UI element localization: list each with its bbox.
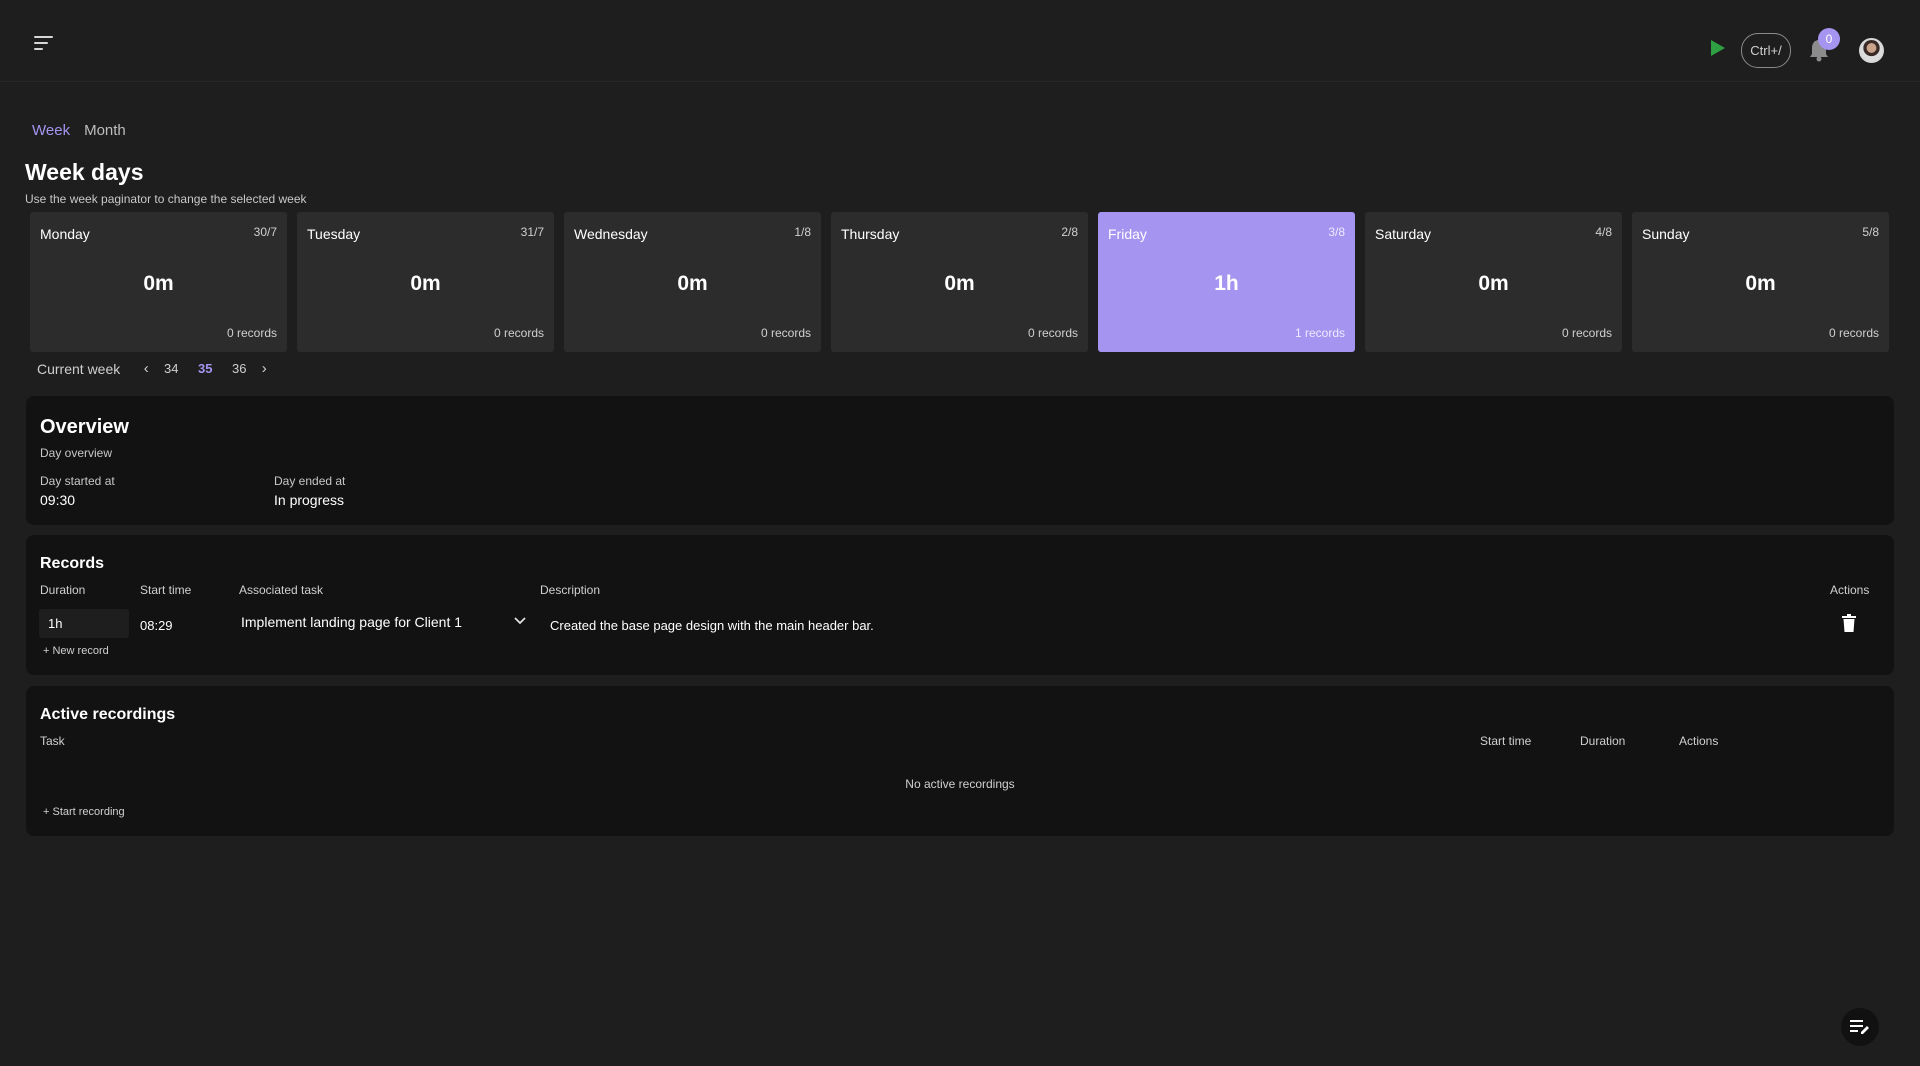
start-recording-button[interactable]: + Start recording — [43, 806, 125, 818]
day-card-sunday[interactable]: Sunday 5/8 0m 0 records — [1632, 212, 1889, 352]
view-tabs: Week Month — [32, 122, 126, 139]
duration-input[interactable] — [39, 609, 129, 638]
day-name: Saturday — [1375, 226, 1432, 242]
column-actions: Actions — [1830, 583, 1870, 597]
records-card: Records Duration Start time Associated t… — [26, 535, 1894, 675]
day-total: 1h — [1214, 272, 1239, 295]
day-record-count: 0 records — [1561, 326, 1612, 340]
column-duration: Duration — [1580, 734, 1626, 748]
day-total: 0m — [410, 272, 441, 295]
notification-badge: 0 — [1818, 28, 1840, 50]
avatar[interactable] — [1859, 38, 1884, 63]
day-date: 31/7 — [520, 225, 544, 239]
day-card-friday[interactable]: Friday 3/8 1h 1 records — [1098, 212, 1355, 352]
column-associated-task: Associated task — [239, 583, 324, 597]
day-total: 0m — [1745, 272, 1776, 295]
menu-icon[interactable] — [34, 36, 56, 54]
day-started-value: 09:30 — [40, 492, 76, 508]
page-subtitle: Use the week paginator to change the sel… — [25, 192, 307, 206]
day-date: 30/7 — [253, 225, 277, 239]
records-title: Records — [40, 555, 105, 572]
day-card-tuesday[interactable]: Tuesday 31/7 0m 0 records — [297, 212, 554, 352]
record-start-time[interactable]: 08:29 — [140, 618, 173, 633]
record-description[interactable]: Created the base page design with the ma… — [550, 618, 874, 633]
column-task: Task — [40, 734, 65, 748]
day-date: 2/8 — [1061, 225, 1078, 239]
chevron-left-icon[interactable]: ‹ — [138, 360, 154, 377]
day-card-saturday[interactable]: Saturday 4/8 0m 0 records — [1365, 212, 1622, 352]
day-date: 5/8 — [1862, 225, 1879, 239]
edit-note-icon — [1850, 1020, 1869, 1034]
active-recordings-card: Active recordings Task Start time Durati… — [26, 686, 1894, 836]
day-total: 0m — [944, 272, 975, 295]
new-record-button[interactable]: + New record — [43, 645, 109, 657]
chevron-right-icon[interactable]: › — [256, 360, 272, 377]
active-recordings-title: Active recordings — [40, 706, 176, 723]
task-select-value: Implement landing page for Client 1 — [241, 614, 463, 630]
column-duration: Duration — [40, 583, 86, 597]
overview-subtitle: Day overview — [40, 446, 113, 460]
column-description: Description — [540, 583, 601, 597]
week-days: Monday 30/7 0m 0 records Tuesday 31/7 0m… — [30, 212, 1889, 352]
overview-card: Overview Day overview Day started at 09:… — [26, 396, 1894, 525]
day-card-wednesday[interactable]: Wednesday 1/8 0m 0 records — [564, 212, 821, 352]
day-ended-value: In progress — [274, 492, 345, 508]
day-record-count: 0 records — [760, 326, 811, 340]
day-date: 4/8 — [1595, 225, 1612, 239]
edit-note-button[interactable] — [1841, 1008, 1879, 1046]
day-name: Monday — [40, 226, 90, 242]
day-total: 0m — [143, 272, 174, 295]
page-title: Week days — [25, 159, 144, 185]
day-date: 3/8 — [1328, 225, 1345, 239]
day-name: Sunday — [1642, 226, 1690, 242]
top-bar: Ctrl+/ 0 — [0, 0, 1920, 82]
day-total: 0m — [677, 272, 708, 295]
day-date: 1/8 — [794, 225, 811, 239]
day-card-thursday[interactable]: Thursday 2/8 0m 0 records — [831, 212, 1088, 352]
day-card-monday[interactable]: Monday 30/7 0m 0 records — [30, 212, 287, 352]
day-started-label: Day started at — [40, 474, 115, 488]
play-icon[interactable] — [1711, 40, 1725, 56]
current-week-label: Current week — [37, 360, 121, 377]
column-actions: Actions — [1679, 734, 1719, 748]
chevron-down-icon — [514, 617, 526, 625]
day-ended-label: Day ended at — [274, 474, 346, 488]
tab-month[interactable]: Month — [84, 122, 126, 139]
day-name: Tuesday — [307, 226, 361, 242]
week-page-35[interactable]: 35 — [188, 361, 222, 376]
day-record-count: 1 records — [1294, 326, 1345, 340]
week-page-34[interactable]: 34 — [154, 361, 188, 376]
column-start-time: Start time — [140, 583, 192, 597]
day-name: Wednesday — [574, 226, 648, 242]
week-page-36[interactable]: 36 — [222, 361, 256, 376]
day-total: 0m — [1478, 272, 1509, 295]
overview-title: Overview — [40, 416, 129, 438]
empty-state: No active recordings — [905, 777, 1015, 791]
day-record-count: 0 records — [1828, 326, 1879, 340]
day-name: Thursday — [841, 226, 900, 242]
tab-week[interactable]: Week — [32, 122, 70, 139]
day-record-count: 0 records — [493, 326, 544, 340]
column-start-time: Start time — [1480, 734, 1532, 748]
task-select[interactable]: Implement landing page for Client 1 — [239, 607, 529, 637]
command-shortcut-button[interactable]: Ctrl+/ — [1741, 33, 1791, 68]
day-record-count: 0 records — [1027, 326, 1078, 340]
day-name: Friday — [1108, 226, 1147, 242]
day-record-count: 0 records — [226, 326, 277, 340]
trash-icon[interactable] — [1842, 614, 1856, 632]
week-paginator: Current week ‹ 34 35 36 › — [37, 360, 272, 377]
